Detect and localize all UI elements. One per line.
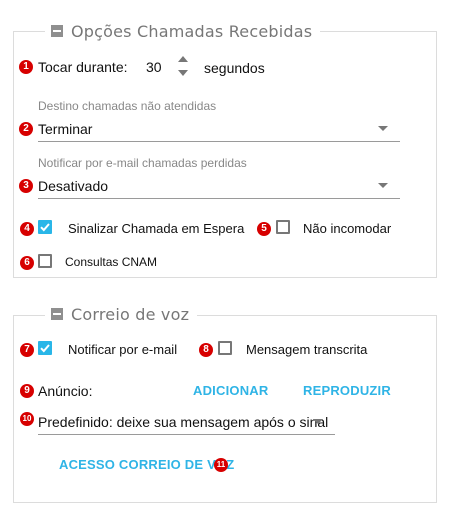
ring-duration-label: Tocar durante: bbox=[38, 59, 128, 75]
badge-6: 6 bbox=[20, 256, 34, 270]
missed-email-label: Notificar por e-mail chamadas perdidas bbox=[38, 156, 247, 170]
email-notify-label: Notificar por e-mail bbox=[68, 342, 178, 357]
badge-1: 1 bbox=[19, 60, 33, 74]
badge-9: 9 bbox=[20, 384, 34, 398]
received-calls-title: Opções Chamadas Recebidas bbox=[71, 21, 313, 41]
call-waiting-checkbox[interactable] bbox=[38, 220, 52, 234]
ring-duration-value: 30 bbox=[146, 59, 162, 75]
dnd-label: Não incomodar bbox=[303, 221, 392, 236]
badge-3: 3 bbox=[19, 179, 33, 193]
default-message-value: Predefinido: deixe sua mensagem após o s… bbox=[38, 414, 329, 430]
ring-duration-unit: segundos bbox=[204, 60, 265, 76]
default-message-select[interactable]: Predefinido: deixe sua mensagem após o s… bbox=[38, 409, 335, 435]
unanswered-destination-value: Terminar bbox=[38, 121, 93, 137]
collapse-icon[interactable] bbox=[51, 25, 63, 37]
chevron-down-icon bbox=[378, 126, 388, 131]
spin-down-icon[interactable] bbox=[178, 70, 188, 76]
checkmark-icon bbox=[40, 344, 50, 353]
badge-11: 11 bbox=[214, 458, 228, 472]
cnam-label: Consultas CNAM bbox=[65, 255, 158, 269]
announcement-label: Anúncio: bbox=[38, 383, 93, 399]
badge-8: 8 bbox=[199, 343, 213, 357]
play-announcement-button[interactable]: REPRODUZIR bbox=[303, 383, 391, 398]
badge-2: 2 bbox=[19, 122, 33, 136]
transcribe-label: Mensagem transcrita bbox=[246, 342, 368, 357]
chevron-down-icon bbox=[378, 183, 388, 188]
chevron-down-icon bbox=[313, 419, 323, 424]
email-notify-checkbox[interactable] bbox=[38, 341, 52, 355]
spin-up-icon[interactable] bbox=[178, 56, 188, 62]
collapse-icon[interactable] bbox=[51, 308, 63, 320]
badge-4: 4 bbox=[20, 222, 34, 236]
dnd-checkbox[interactable] bbox=[276, 220, 290, 234]
transcribe-checkbox[interactable] bbox=[218, 341, 232, 355]
missed-email-value: Desativado bbox=[38, 178, 109, 194]
badge-10: 10 bbox=[20, 412, 34, 426]
cnam-checkbox[interactable] bbox=[38, 254, 52, 268]
voicemail-title: Correio de voz bbox=[71, 304, 190, 324]
unanswered-destination-select[interactable]: Terminar bbox=[38, 118, 400, 142]
checkmark-icon bbox=[40, 223, 50, 232]
received-calls-legend: Opções Chamadas Recebidas bbox=[45, 20, 321, 42]
missed-email-select[interactable]: Desativado bbox=[38, 175, 400, 199]
voicemail-legend: Correio de voz bbox=[45, 303, 198, 325]
add-announcement-button[interactable]: ADICIONAR bbox=[193, 383, 268, 398]
unanswered-destination-label: Destino chamadas não atendidas bbox=[38, 99, 217, 113]
badge-5: 5 bbox=[257, 222, 271, 236]
call-waiting-label: Sinalizar Chamada em Espera bbox=[68, 221, 245, 236]
badge-7: 7 bbox=[20, 343, 34, 357]
access-voicemail-button[interactable]: ACESSO CORREIO DE VOZ bbox=[59, 457, 234, 472]
ring-duration-spinner[interactable] bbox=[178, 56, 188, 76]
